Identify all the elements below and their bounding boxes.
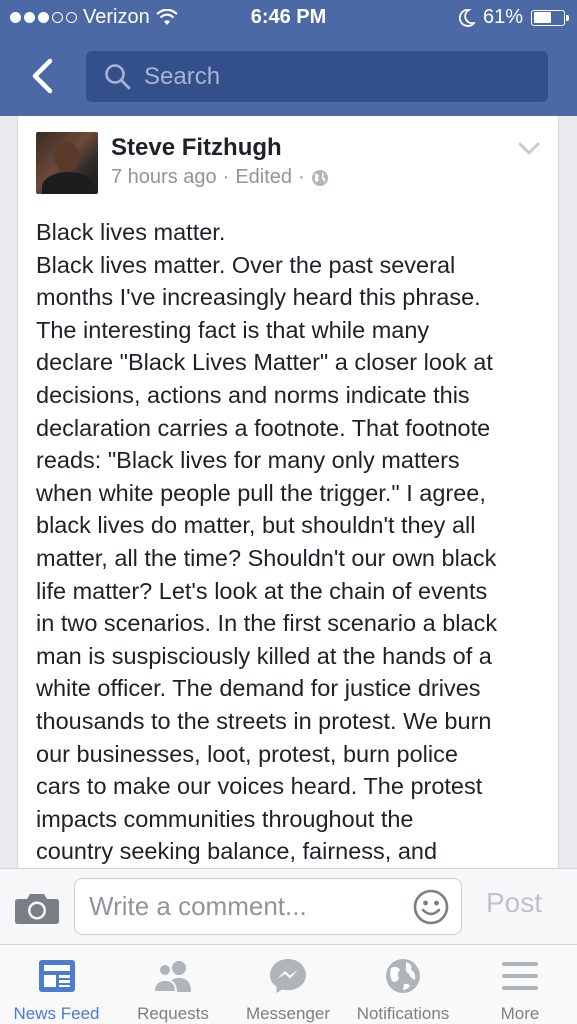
post-text-line: decisions, actions and norms indicate th… xyxy=(36,381,470,408)
status-right: 61% xyxy=(458,6,569,29)
post-timestamp[interactable]: 7 hours ago xyxy=(111,166,217,189)
post-text-line: months I've increasingly heard this phra… xyxy=(36,284,481,311)
messenger-icon xyxy=(270,959,306,993)
tab-notifications[interactable]: Notifications xyxy=(343,945,463,1024)
post-text-line: reads: "Black lives for many only matter… xyxy=(36,447,460,474)
tab-bar: News Feed Requests Messenger Notificatio… xyxy=(0,944,577,1024)
post-text-line: white officer. The demand for justice dr… xyxy=(36,675,481,702)
globe-icon xyxy=(311,169,328,186)
search-bar[interactable] xyxy=(86,51,548,102)
post-text-line: declare "Black Lives Matter" a closer lo… xyxy=(36,349,493,376)
tab-requests[interactable]: Requests xyxy=(113,945,233,1024)
post-text-line: life matter? Let's look at the chain of … xyxy=(36,577,488,604)
tab-label: Requests xyxy=(137,1004,209,1023)
battery-icon xyxy=(531,9,569,26)
post-text-line: country seeking balance, fairness, and xyxy=(36,838,438,865)
moon-icon xyxy=(458,8,475,27)
post-text-line: black lives do matter, but shouldn't the… xyxy=(36,512,476,539)
comment-field[interactable] xyxy=(74,878,462,935)
post-text-line: man is suspisciously killed at the hands… xyxy=(36,642,492,669)
top-bar: Verizon 6:46 PM 61% xyxy=(0,0,577,116)
author-avatar[interactable] xyxy=(36,132,98,194)
back-button[interactable] xyxy=(24,56,60,96)
comment-input[interactable] xyxy=(89,891,409,922)
nav-bar xyxy=(0,38,577,116)
sticker-button[interactable] xyxy=(413,889,449,930)
post-text-line: declaration carries a footnote. That foo… xyxy=(36,414,491,441)
chevron-down-icon xyxy=(518,142,540,155)
tab-news-feed[interactable]: News Feed xyxy=(0,945,113,1024)
post-text-line: matter, all the time? Shouldn't our own … xyxy=(36,544,497,571)
more-icon xyxy=(502,962,538,990)
post-meta: 7 hours ago · Edited · xyxy=(111,166,329,189)
post-text-line: The interesting fact is that while many xyxy=(36,316,430,343)
requests-icon xyxy=(152,961,191,993)
tab-label: Notifications xyxy=(356,1004,450,1023)
post-text-line: impacts communities throughout the xyxy=(36,805,414,832)
post-text-line: when white people pull the trigger." I a… xyxy=(36,479,486,506)
post-text-line: in two scenarios. In the first scenario … xyxy=(36,610,498,637)
camera-icon xyxy=(15,894,59,924)
post-text-line: Black lives matter. Over the past severa… xyxy=(36,251,456,278)
status-bar: Verizon 6:46 PM 61% xyxy=(0,0,577,38)
post-card: Steve Fitzhugh 7 hours ago · Edited · Bl… xyxy=(17,116,559,868)
post-text-line: our businesses, loot, protest, burn poli… xyxy=(36,740,458,767)
edited-label[interactable]: Edited xyxy=(235,166,292,189)
battery-percent: 61% xyxy=(482,6,523,28)
camera-button[interactable] xyxy=(14,891,60,930)
search-icon xyxy=(105,63,131,89)
tab-label: News Feed xyxy=(13,1004,100,1023)
tab-label: Messenger xyxy=(245,1004,331,1023)
post-body: Black lives matter. Black lives matter. O… xyxy=(36,216,548,868)
meta-separator: · xyxy=(298,166,305,188)
post-text-line: cars to make our voices heard. The prote… xyxy=(36,773,483,800)
meta-separator: · xyxy=(222,166,230,188)
notifications-icon xyxy=(386,959,420,993)
author-name[interactable]: Steve Fitzhugh xyxy=(111,134,282,162)
tab-more[interactable]: More xyxy=(463,945,577,1024)
post-text-line: Black lives matter. xyxy=(36,219,226,245)
tab-messenger[interactable]: Messenger xyxy=(233,945,343,1024)
comment-bar: Post xyxy=(0,868,577,944)
post-text-line: thousands to the streets in protest. We … xyxy=(36,707,492,734)
chevron-left-icon xyxy=(32,58,53,94)
post-options-button[interactable] xyxy=(518,142,540,161)
search-input[interactable] xyxy=(144,62,524,91)
tab-label: More xyxy=(500,1004,540,1023)
smiley-icon xyxy=(413,889,449,925)
post-comment-button[interactable]: Post xyxy=(486,887,542,919)
news-feed-icon xyxy=(38,960,75,992)
